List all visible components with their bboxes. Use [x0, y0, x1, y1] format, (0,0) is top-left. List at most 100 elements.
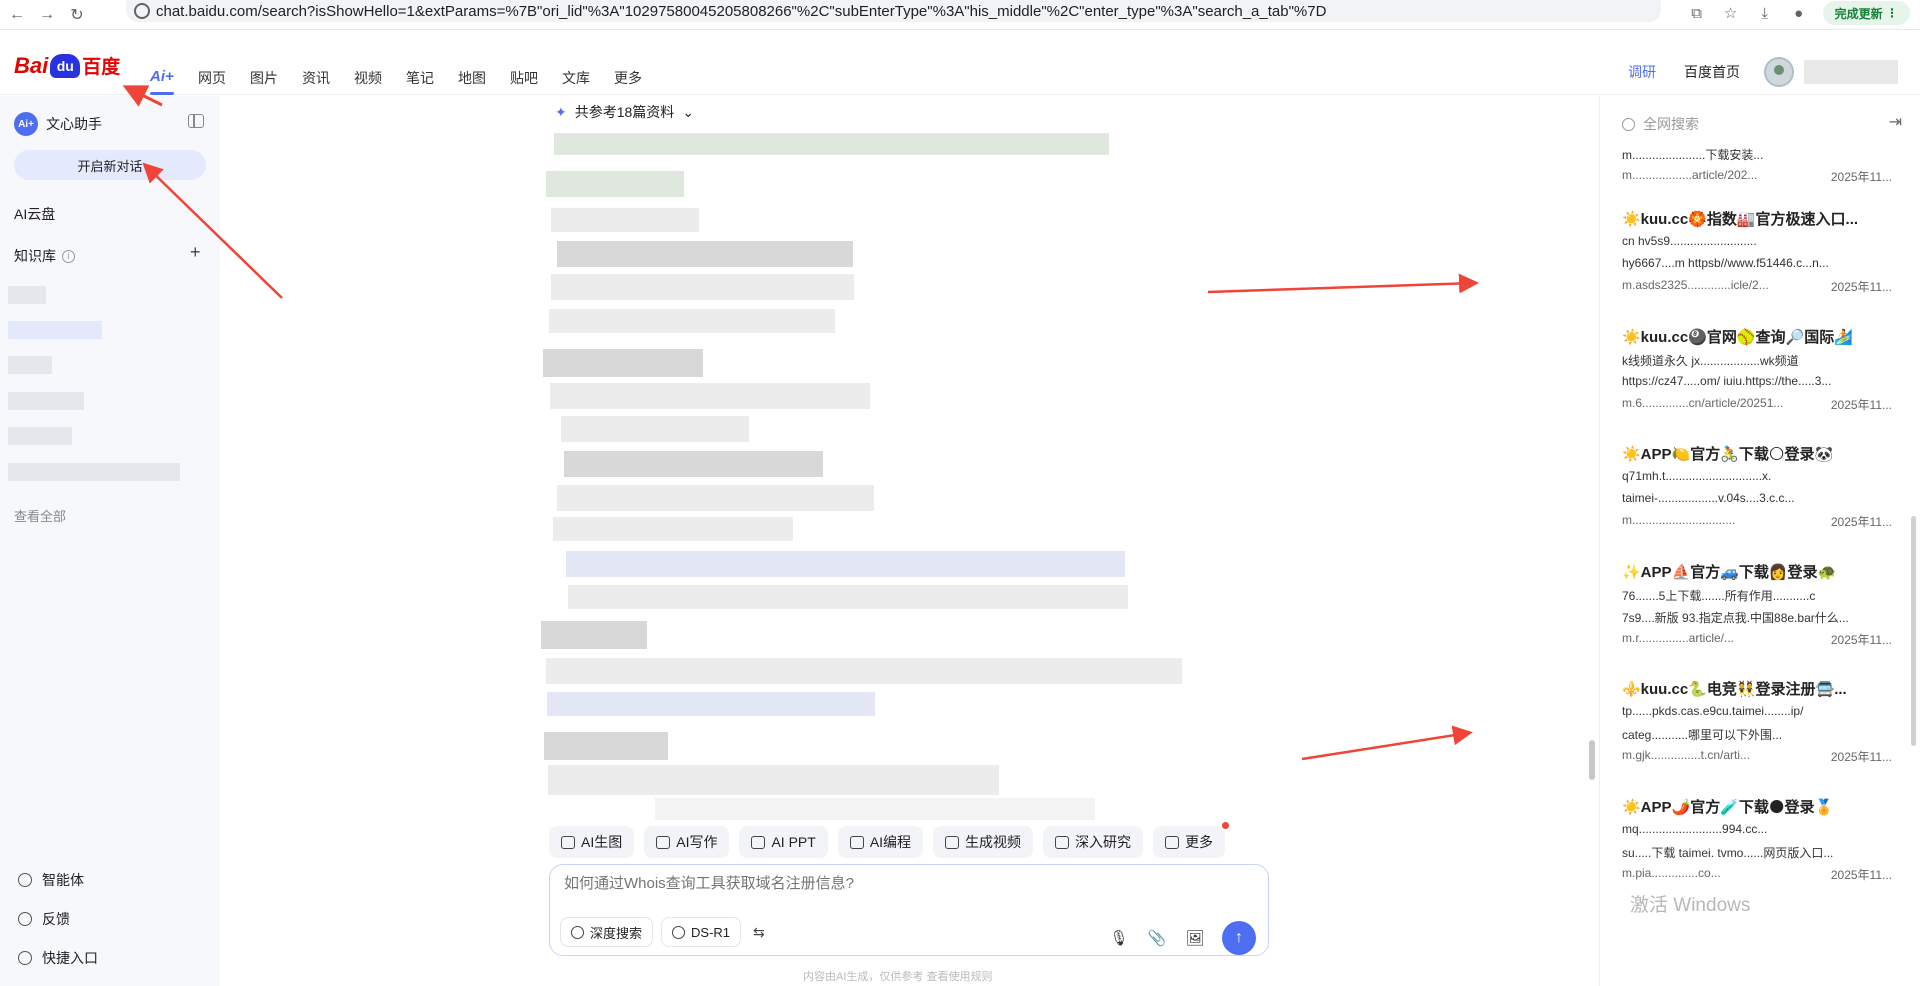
result-item[interactable]: ✨APP⛵官方🚙下载👩登录🐢 76.......5上下载.......所有作用.…: [1622, 561, 1892, 649]
ai-write-button[interactable]: AI写作: [644, 826, 730, 858]
info-icon[interactable]: i: [62, 249, 75, 263]
deep-research-button[interactable]: 深入研究: [1043, 826, 1144, 858]
result-date: 2025年11...: [1830, 868, 1892, 882]
deep-search-toggle[interactable]: 深度搜索: [560, 917, 654, 947]
tab-news[interactable]: 资讯: [302, 68, 354, 88]
result-date: 2025年11...: [1830, 750, 1892, 764]
history-item[interactable]: [8, 463, 180, 481]
site-info-icon[interactable]: [134, 3, 150, 19]
profile-icon[interactable]: ●: [1789, 3, 1809, 23]
install-app-icon[interactable]: ⧉: [1687, 3, 1707, 23]
update-label: 完成更新: [1834, 6, 1883, 21]
ai-image-button[interactable]: AI生图: [549, 826, 635, 858]
image-upload-icon[interactable]: 🖼: [1184, 927, 1206, 949]
baidu-home-link[interactable]: 百度首页: [1684, 62, 1740, 82]
view-all-link[interactable]: 查看全部: [14, 506, 66, 525]
nav-tabs: 网页 图片 资讯 视频 笔记 地图 贴吧 文库 更多: [198, 68, 666, 88]
result-source: m.6..............cn/article/20251...: [1622, 396, 1784, 410]
history-item[interactable]: [8, 427, 72, 445]
history-item[interactable]: [8, 392, 84, 410]
generate-video-button[interactable]: 生成视频: [933, 826, 1034, 858]
username-redacted: [1804, 60, 1898, 84]
result-snippet: tp......pkds.cas.e9cu.taimei........ip/: [1622, 704, 1804, 718]
tab-web[interactable]: 网页: [198, 68, 250, 88]
knowledge-base-header[interactable]: 知识库 i: [14, 246, 75, 266]
switch-model-icon[interactable]: ⇆: [753, 924, 765, 941]
result-date: 2025年11...: [1830, 280, 1892, 294]
agents-link[interactable]: 智能体: [18, 870, 84, 890]
result-item[interactable]: ☀️kuu.cc🎱官网🥎查询🔎国际🏄 k线频道永久 jx............…: [1622, 326, 1892, 414]
tool-label: AI PPT: [771, 834, 816, 850]
ai-code-button[interactable]: AI编程: [837, 826, 924, 858]
baidu-logo[interactable]: Bai du 百度: [14, 52, 120, 79]
update-button[interactable]: 完成更新 ⋮: [1822, 1, 1910, 25]
tab-tieba[interactable]: 贴吧: [510, 68, 562, 88]
close-panel-icon[interactable]: ⇥: [1889, 112, 1902, 132]
tool-label: 更多: [1185, 834, 1214, 850]
collapse-sidebar-icon[interactable]: [188, 114, 204, 128]
result-title: ☀️kuu.cc🏵️指数🏭官方极速入口...: [1622, 211, 1859, 228]
result-snippet: taimei-..................v.04s....3.c.c.…: [1622, 491, 1795, 505]
search-results-panel: 全网搜索 ⇥ m......................下载安装... m.…: [1599, 96, 1920, 986]
chat-input[interactable]: [564, 875, 1254, 892]
web-search-header[interactable]: 全网搜索: [1622, 114, 1699, 134]
result-date: 2025年11...: [1830, 398, 1892, 412]
tab-notes[interactable]: 笔记: [406, 68, 458, 88]
tab-map[interactable]: 地图: [458, 68, 510, 88]
more-tools-button[interactable]: 更多: [1153, 822, 1230, 858]
result-title: ☀️kuu.cc🎱官网🥎查询🔎国际🏄: [1622, 329, 1853, 346]
assistant-name: 文心助手: [46, 116, 102, 132]
result-item[interactable]: m......................下载安装... m........…: [1622, 142, 1892, 186]
attachment-icon[interactable]: 📎: [1146, 927, 1168, 949]
assistant-entry[interactable]: Ai+ 文心助手: [14, 112, 102, 136]
result-source: m..................article/202...: [1622, 168, 1758, 182]
back-icon[interactable]: ←: [4, 2, 30, 28]
result-source: m.r...............article/...: [1622, 631, 1735, 645]
shortcut-link[interactable]: 快捷入口: [18, 948, 98, 968]
result-item[interactable]: ☀️APP🍋官方🚴下载🌕登录🐼 q71mh.t.................…: [1622, 443, 1892, 531]
microphone-icon[interactable]: 🎙: [1108, 927, 1130, 949]
tab-video[interactable]: 视频: [354, 68, 406, 88]
result-item[interactable]: ☀️kuu.cc🏵️指数🏭官方极速入口... cn hv5s9.........…: [1622, 208, 1892, 296]
shortcut-label: 快捷入口: [42, 950, 98, 966]
tool-label: AI编程: [869, 834, 912, 850]
bookmark-star-icon[interactable]: ☆: [1721, 3, 1741, 23]
video-icon: [945, 835, 960, 849]
download-icon[interactable]: ⤓: [1755, 3, 1775, 23]
deep-search-label: 深度搜索: [590, 925, 643, 941]
history-item[interactable]: [8, 321, 102, 339]
history-item[interactable]: [8, 356, 52, 374]
tab-more[interactable]: 更多: [614, 68, 666, 88]
new-chat-button[interactable]: 开启新对话: [14, 150, 206, 180]
result-item[interactable]: ☀️APP🌶️官方🧪下载🌑登录🏅 mq.....................…: [1622, 796, 1892, 884]
research-link[interactable]: 调研: [1628, 62, 1656, 82]
add-knowledge-base-icon[interactable]: +: [190, 242, 201, 263]
result-title: ☀️APP🌶️官方🧪下载🌑登录🏅: [1622, 799, 1834, 816]
references-label: 共参考18篇资料: [574, 104, 675, 120]
ai-ppt-button[interactable]: AI PPT: [739, 826, 828, 858]
tab-ai[interactable]: Ai+: [150, 68, 174, 95]
web-search-label: 全网搜索: [1643, 116, 1699, 132]
arrow-to-results-top: [1207, 273, 1479, 294]
address-bar[interactable]: chat.baidu.com/search?isShowHello=1&extP…: [126, 0, 1661, 22]
result-snippet: https://cz47.....om/ iuiu.https://the...…: [1622, 374, 1832, 388]
model-selector[interactable]: DS-R1: [661, 917, 742, 947]
avatar[interactable]: [1764, 57, 1794, 87]
feedback-link[interactable]: 反馈: [18, 909, 70, 929]
history-item[interactable]: [8, 286, 46, 304]
tab-wenku[interactable]: 文库: [562, 68, 614, 88]
main-scrollbar[interactable]: [1589, 740, 1595, 780]
result-item[interactable]: ⚜️kuu.cc🐍电竞👯登录注册🚍... tp......pkds.cas.e9…: [1622, 678, 1892, 766]
sidebar: Ai+ 文心助手 开启新对话 AI云盘 知识库 i + 查看全部 智能体 反馈 …: [0, 96, 220, 986]
ai-cloud-link[interactable]: AI云盘: [14, 204, 55, 224]
panel-scrollbar[interactable]: [1911, 516, 1916, 746]
result-source: m.gjk...............t.cn/arti...: [1622, 748, 1751, 762]
result-snippet: categ...........哪里可以下外围...: [1622, 728, 1783, 742]
tool-label: 生成视频: [965, 834, 1022, 850]
result-title: ✨APP⛵官方🚙下载👩登录🐢: [1622, 564, 1837, 581]
references-toggle[interactable]: ✦ 共参考18篇资料 ⌄: [555, 102, 694, 122]
reload-icon[interactable]: ↻: [64, 2, 90, 28]
send-button[interactable]: ↑: [1222, 921, 1256, 955]
forward-icon[interactable]: →: [34, 2, 60, 28]
tab-images[interactable]: 图片: [250, 68, 302, 88]
